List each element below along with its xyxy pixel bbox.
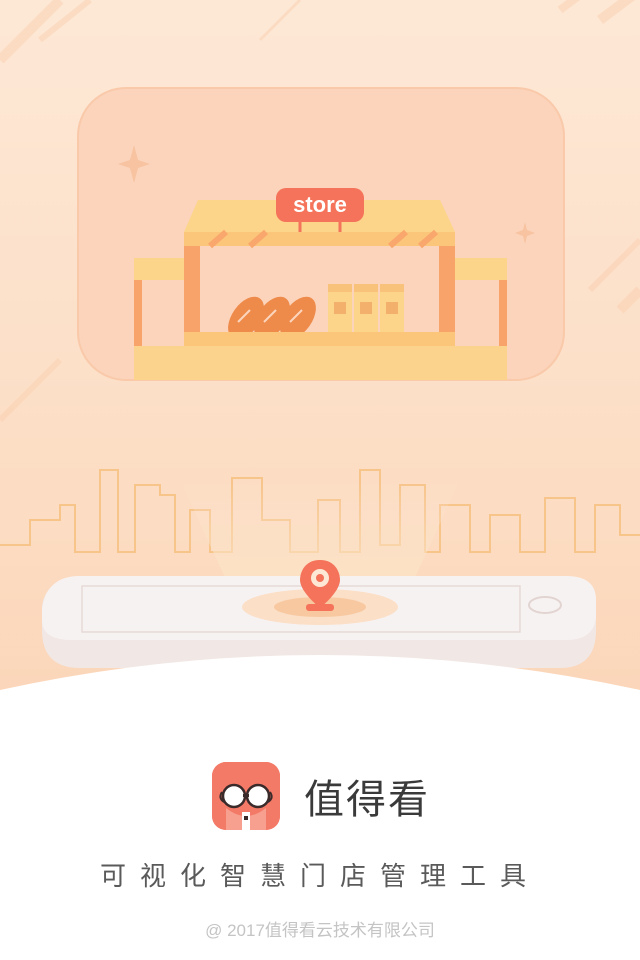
store-sign: store	[276, 188, 364, 222]
store-pillar-right	[439, 246, 455, 342]
store-pillar-left	[184, 246, 200, 342]
app-name: 值得看	[304, 777, 430, 823]
goggles-mascot-icon	[212, 762, 280, 830]
splash-screen: store 值得看 可视化智慧门店管理工具 @ 2017值得看云技术有限公司	[0, 0, 640, 960]
copyright-text: @ 2017值得看云技术有限公司	[205, 921, 435, 940]
app-logo-icon	[212, 762, 280, 830]
milk-carton-icon	[328, 284, 404, 332]
brand-lockup: 值得看	[212, 762, 430, 830]
tagline: 可视化智慧门店管理工具	[99, 862, 540, 892]
